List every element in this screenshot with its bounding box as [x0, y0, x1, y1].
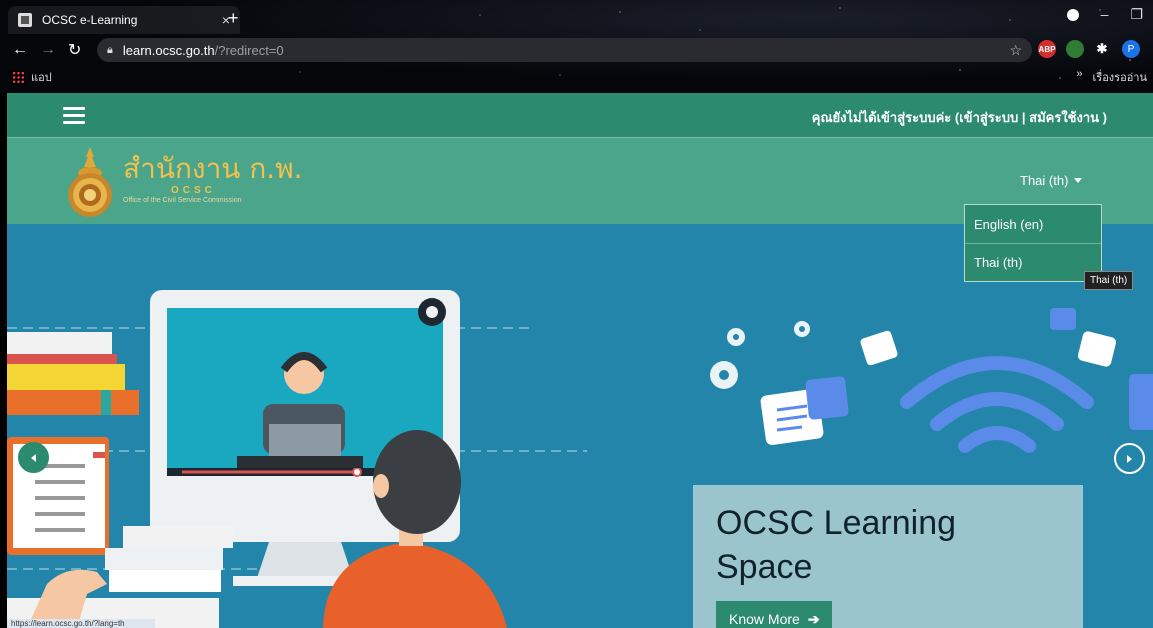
- brand-logo[interactable]: สำนักงาน ก.พ. OCSC Office of the Civil S…: [123, 152, 303, 205]
- browser-chrome: OCSC e-Learning × + – ❐ ← → ↻ 🔒︎ learn.o…: [0, 0, 1153, 93]
- language-tooltip: Thai (th): [1084, 271, 1134, 290]
- lock-icon: 🔒︎: [107, 43, 113, 56]
- hero-title: OCSC Learning Space: [716, 504, 957, 586]
- login-prefix: คุณยังไม่ได้เข้าสู่ระบบค่ะ (: [811, 110, 960, 125]
- status-bar-url: https://learn.ocsc.go.th/?lang=th: [7, 619, 155, 628]
- bookmarks-bar: แอป » เรื่องรออ่าน: [0, 66, 1153, 88]
- record-indicator-icon: [1066, 9, 1079, 21]
- language-option-en[interactable]: English (en): [965, 205, 1101, 243]
- top-navbar: คุณยังไม่ได้เข้าสู่ระบบค่ะ (เข้าสู่ระบบ …: [7, 93, 1153, 138]
- hero-caption: OCSC Learning Space Know More ➔: [693, 485, 1083, 628]
- new-tab-button[interactable]: +: [228, 8, 239, 29]
- bookmark-more-icon[interactable]: »: [1076, 68, 1082, 86]
- register-link[interactable]: สมัครใช้งาน: [1029, 110, 1099, 125]
- login-link[interactable]: เข้าสู่ระบบ: [959, 110, 1018, 125]
- know-more-button[interactable]: Know More ➔: [716, 601, 832, 628]
- adblock-icon[interactable]: ABP: [1038, 40, 1056, 58]
- brand-acronym: OCSC: [171, 185, 216, 196]
- brand-subtitle: Office of the Civil Service Commission: [123, 197, 242, 204]
- profile-avatar[interactable]: P: [1122, 40, 1140, 58]
- carousel-next-button[interactable]: [1114, 443, 1145, 474]
- favicon-icon: [18, 13, 32, 27]
- screen: OCSC e-Learning × + – ❐ ← → ↻ 🔒︎ learn.o…: [0, 0, 1153, 628]
- forward-icon[interactable]: →: [40, 41, 56, 59]
- arrow-right-icon: ➔: [807, 610, 820, 627]
- window-controls: – ❐: [1066, 6, 1143, 23]
- login-suffix: ): [1099, 110, 1107, 125]
- back-icon[interactable]: ←: [12, 41, 28, 59]
- address-bar[interactable]: 🔒︎ learn.ocsc.go.th /?redirect=0 ☆: [97, 38, 1032, 62]
- chevron-right-icon: [1127, 454, 1132, 463]
- hero-slider: OCSC Learning Space Know More ➔: [7, 224, 1153, 628]
- browser-tab[interactable]: OCSC e-Learning ×: [8, 6, 240, 34]
- carousel-prev-button[interactable]: [18, 442, 49, 473]
- login-info: คุณยังไม่ได้เข้าสู่ระบบค่ะ (เข้าสู่ระบบ …: [812, 107, 1107, 128]
- bookmark-star-icon[interactable]: ☆: [1009, 42, 1022, 59]
- url-path: /?redirect=0: [214, 42, 284, 58]
- reading-list[interactable]: เรื่องรออ่าน: [1093, 68, 1147, 86]
- bookmarks-right: » เรื่องรออ่าน: [1076, 68, 1147, 86]
- restore-icon[interactable]: ❐: [1130, 6, 1143, 23]
- language-dropdown: English (en) Thai (th): [964, 204, 1102, 282]
- know-more-label: Know More: [729, 611, 800, 627]
- tab-title: OCSC e-Learning: [42, 13, 138, 27]
- extension-icon[interactable]: [1066, 40, 1084, 58]
- caret-down-icon: [1074, 178, 1083, 183]
- puzzle-icon[interactable]: ✱: [1093, 40, 1111, 58]
- web-page: คุณยังไม่ได้เข้าสู่ระบบค่ะ (เข้าสู่ระบบ …: [7, 93, 1153, 628]
- minimize-icon[interactable]: –: [1101, 6, 1109, 23]
- brand-name-th: สำนักงาน ก.พ.: [123, 152, 303, 185]
- chevron-left-icon: [31, 453, 36, 462]
- language-menu-toggle[interactable]: Thai (th): [1020, 173, 1083, 188]
- ocsc-emblem-icon[interactable]: [64, 145, 116, 219]
- reload-icon[interactable]: ↻: [68, 40, 81, 60]
- login-separator: |: [1018, 110, 1030, 125]
- language-current: Thai (th): [1020, 173, 1069, 188]
- apps-grid-icon[interactable]: [12, 70, 25, 84]
- browser-toolbar: ← → ↻ 🔒︎ learn.ocsc.go.th /?redirect=0 ☆…: [0, 36, 1153, 64]
- url-host: learn.ocsc.go.th: [122, 42, 215, 58]
- bookmark-apps[interactable]: แอป: [31, 68, 52, 86]
- language-option-th[interactable]: Thai (th): [965, 243, 1101, 281]
- menu-icon[interactable]: [63, 107, 85, 124]
